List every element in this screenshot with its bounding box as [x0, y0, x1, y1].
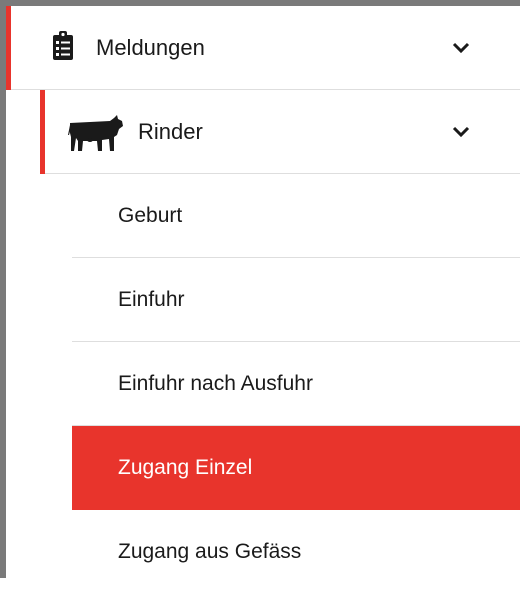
clipboard-list-icon: [53, 31, 73, 65]
chevron-down-icon[interactable]: [452, 41, 470, 54]
submenu-item-zugang-einzel[interactable]: Zugang Einzel: [72, 426, 520, 510]
submenu-item-einfuhr-nach-ausfuhr[interactable]: Einfuhr nach Ausfuhr: [72, 342, 520, 426]
menu-category-label: Rinder: [138, 119, 203, 144]
submenu-item-einfuhr[interactable]: Einfuhr: [72, 258, 520, 342]
submenu-item-geburt[interactable]: Geburt: [72, 174, 520, 258]
menu-category-rinder[interactable]: Rinder: [40, 90, 520, 174]
submenu-item-label: Zugang aus Gefäss: [118, 540, 302, 563]
submenu-item-label: Einfuhr nach Ausfuhr: [118, 372, 313, 395]
submenu-list: Geburt Einfuhr Einfuhr nach Ausfuhr Zuga…: [72, 174, 520, 593]
active-indicator: [6, 6, 11, 90]
cow-icon: [68, 113, 124, 158]
submenu-item-zugang-aus-gefaess[interactable]: Zugang aus Gefäss: [72, 510, 520, 593]
submenu-item-label: Geburt: [118, 204, 183, 227]
submenu-item-label: Einfuhr: [118, 288, 185, 311]
menu-section-meldungen[interactable]: Meldungen: [6, 6, 520, 90]
active-indicator: [40, 90, 45, 174]
submenu-item-label: Zugang Einzel: [118, 456, 253, 479]
chevron-down-icon[interactable]: [452, 125, 470, 138]
menu-section-label: Meldungen: [96, 35, 205, 60]
